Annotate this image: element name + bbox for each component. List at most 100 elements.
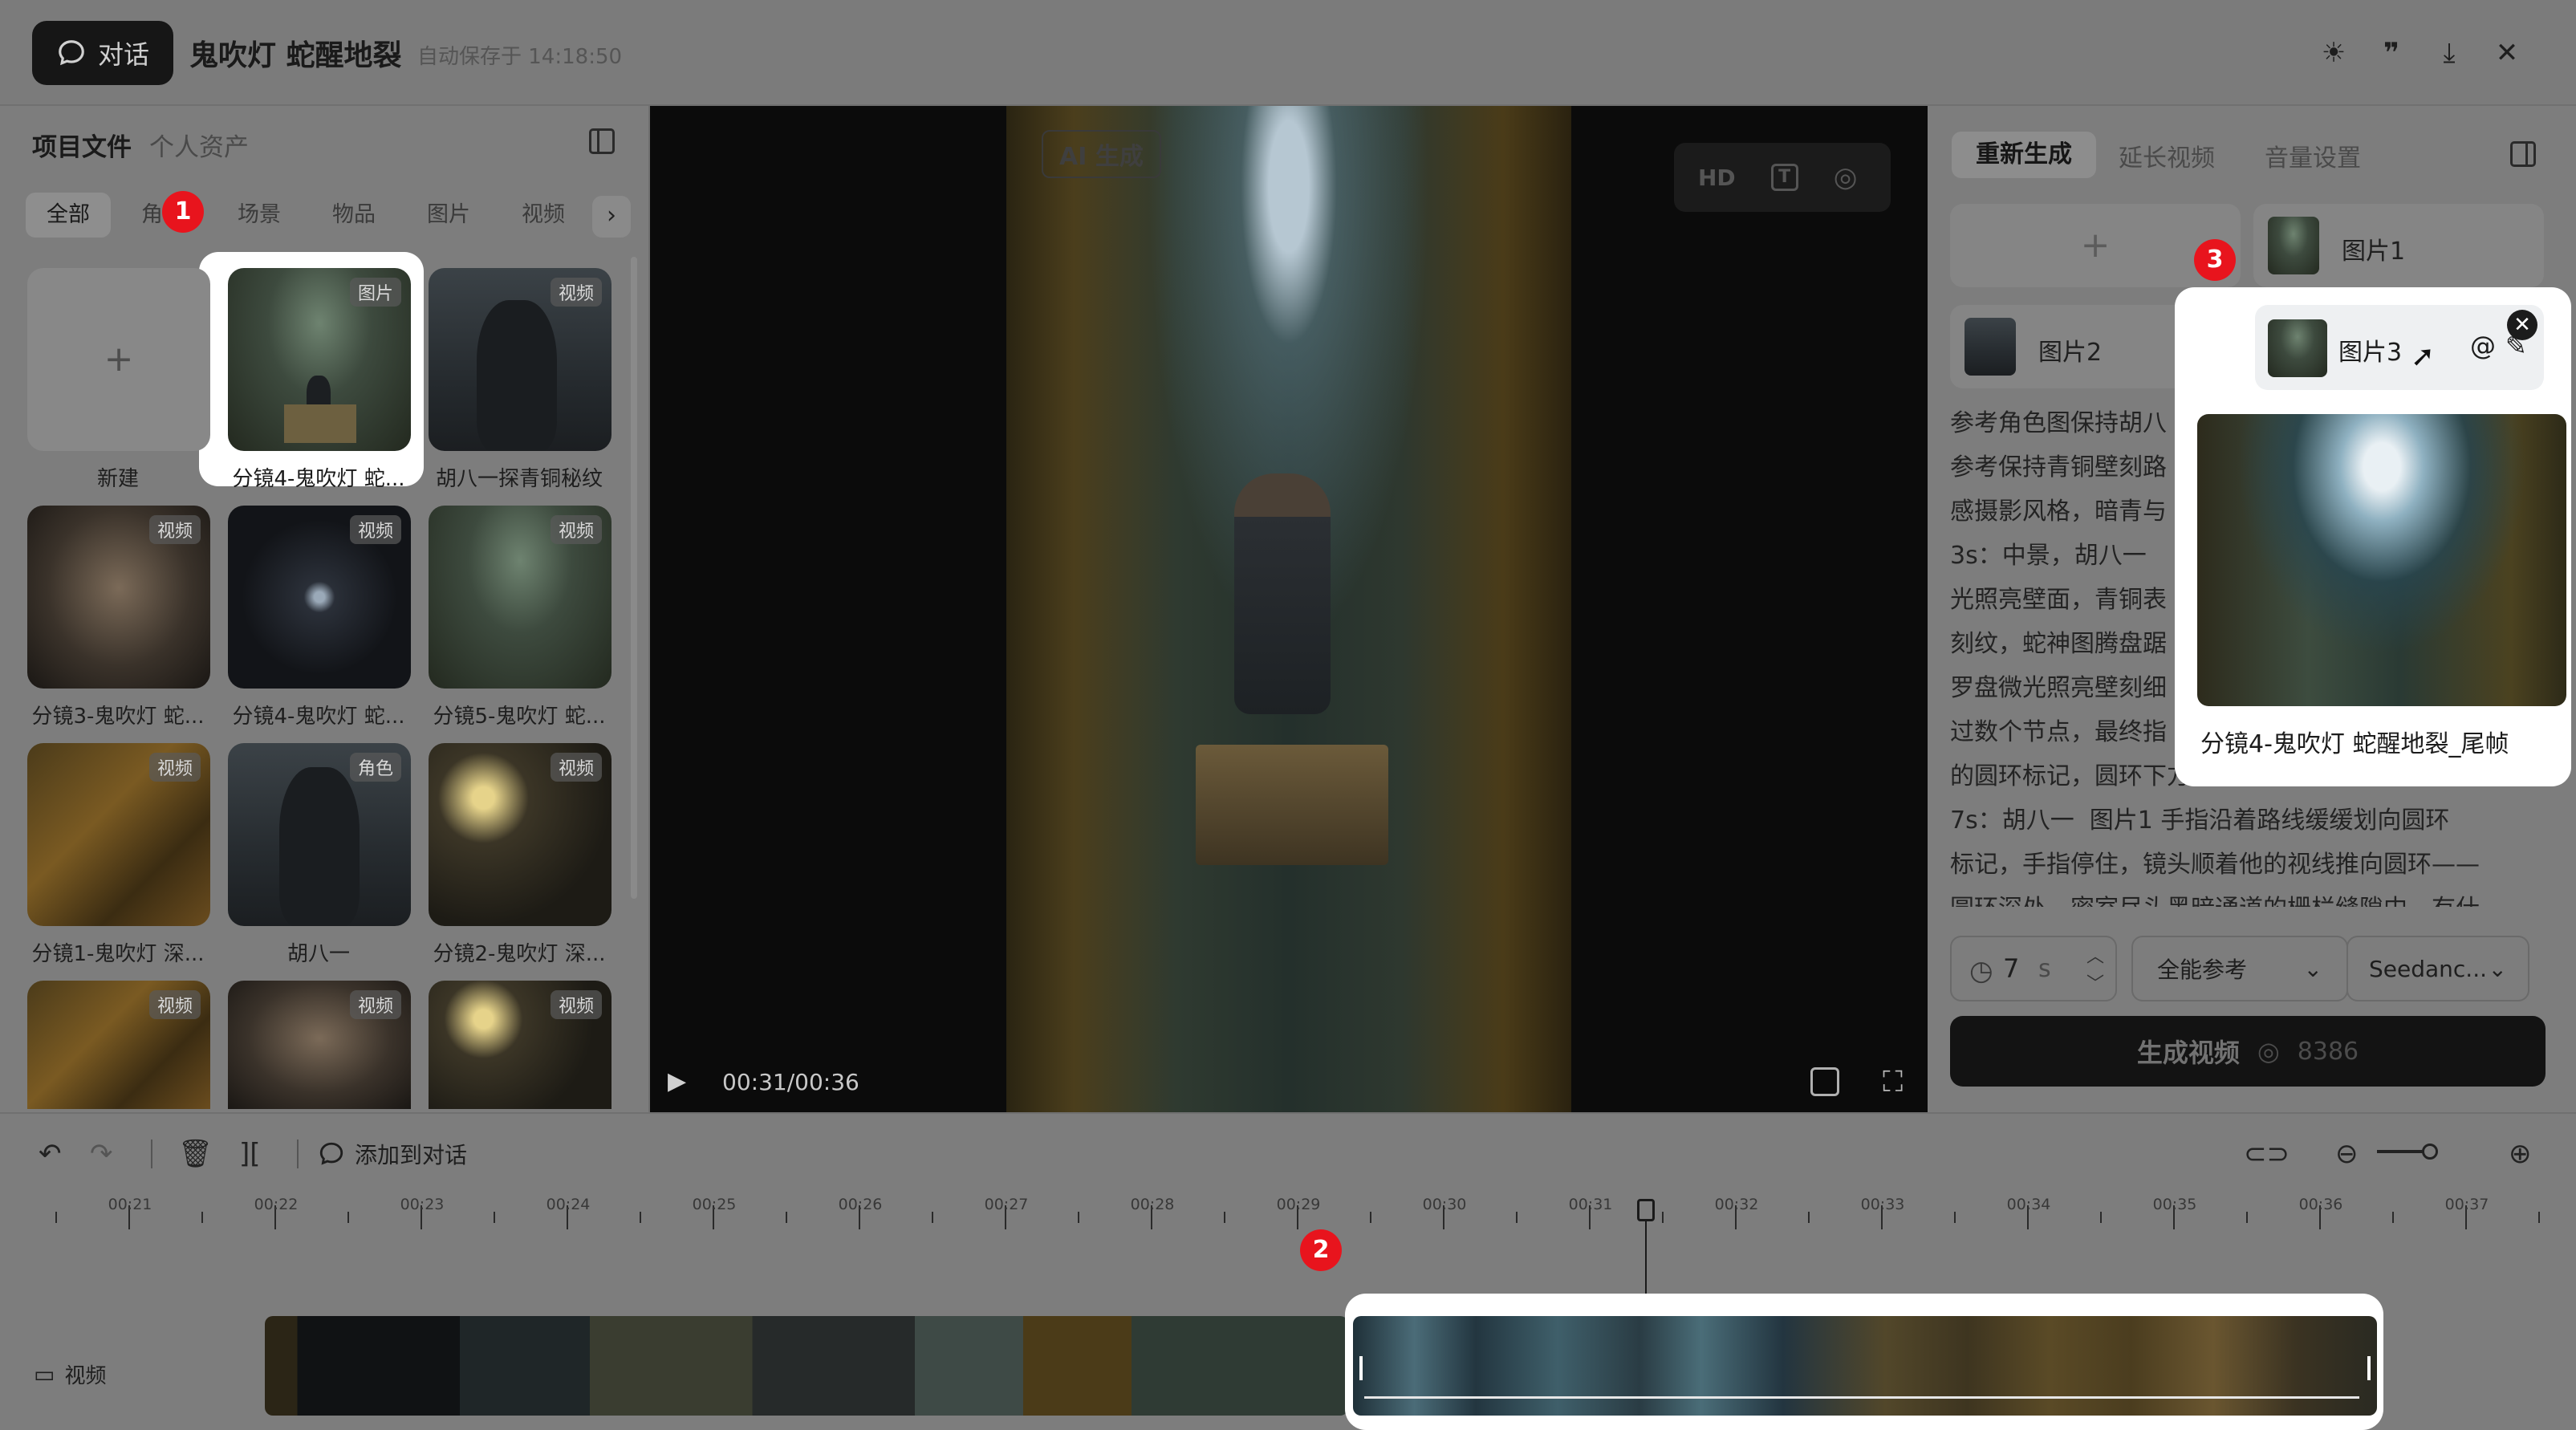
trash-icon[interactable]: 🗑 <box>178 1138 213 1170</box>
asset-thumbnail[interactable]: 视频 <box>27 506 210 689</box>
asset-caption: 胡八一 <box>286 942 350 966</box>
chat-button[interactable]: 对话 <box>32 21 173 85</box>
duration-value: 7 <box>2003 953 2020 984</box>
toolbar-divider <box>151 1140 152 1168</box>
new-asset-button[interactable]: + <box>27 268 210 451</box>
asset-badge: 视频 <box>148 515 201 544</box>
ruler-label: 00:24 <box>546 1196 591 1213</box>
tab-regenerate[interactable]: 重新生成 <box>1952 132 2096 178</box>
chevron-down-icon: ⌄ <box>2488 955 2507 982</box>
timeline-ruler[interactable]: 00:21 00:22 00:23 00:24 00:25 00:26 00:27 00:28… <box>29 1196 2540 1244</box>
project-title[interactable]: 鬼吹灯 蛇醒地裂 <box>189 32 402 74</box>
ruler-label: 00:28 <box>1130 1196 1175 1213</box>
playhead-handle[interactable] <box>1637 1199 1655 1221</box>
subtitle-icon[interactable] <box>1810 1067 1839 1096</box>
toolbar-divider <box>297 1140 299 1168</box>
asset-thumbnail[interactable]: 视频 <box>429 743 611 926</box>
chevron-right-icon[interactable]: › <box>592 196 631 238</box>
fullscreen-icon[interactable]: ⛶ <box>1883 1066 1903 1099</box>
model-select[interactable]: Seedanc... ⌄ <box>2346 936 2529 1001</box>
zoom-in-icon[interactable]: ⊕ <box>2509 1138 2532 1170</box>
plus-icon: + <box>104 339 134 380</box>
asset-thumbnail[interactable]: 视频 <box>228 506 411 689</box>
close-icon[interactable]: ✕ <box>2507 310 2537 340</box>
reference-label: 图片1 <box>2342 238 2406 266</box>
filter-video[interactable]: 视频 <box>501 193 586 238</box>
reference-mode-select[interactable]: 全能参考 ⌄ <box>2131 936 2348 1001</box>
zoom-slider-handle[interactable] <box>2422 1144 2438 1160</box>
video-track-label: ▭ 视频 <box>34 1359 106 1389</box>
asset-badge: 视频 <box>550 990 602 1019</box>
timeline-clip-selected[interactable] <box>1353 1316 2377 1416</box>
asset-badge: 视频 <box>550 515 602 544</box>
mouse-cursor-icon: ➚ <box>2411 340 2436 373</box>
asset-thumbnail[interactable]: 图片 <box>228 268 411 451</box>
download-icon[interactable]: ⤓ <box>2432 35 2467 71</box>
play-icon[interactable]: ▶ <box>668 1067 686 1095</box>
chat-bubble-icon <box>319 1142 343 1165</box>
filter-item[interactable]: 物品 <box>311 193 396 238</box>
ruler-tick <box>1808 1212 1810 1223</box>
asset-caption: 分镜4-鬼吹灯 蛇... <box>232 705 405 729</box>
asset-thumbnail[interactable]: 视频 <box>228 981 411 1109</box>
chevron-up-icon[interactable]: ︿ <box>2086 942 2104 968</box>
reference-image-1[interactable]: 图片1 <box>2253 204 2544 287</box>
chevron-down-icon[interactable]: ﹀ <box>2086 969 2104 995</box>
collapse-right-panel-icon[interactable] <box>2510 141 2536 167</box>
hd-toggle[interactable]: HD <box>1698 165 1736 191</box>
asset-thumbnail[interactable]: 视频 <box>429 981 611 1109</box>
generate-video-button[interactable]: 生成视频 ◎ 8386 <box>1950 1016 2546 1087</box>
add-to-chat-button[interactable]: 添加到对话 <box>318 1138 467 1170</box>
chat-button-label: 对话 <box>97 39 149 70</box>
reference-thumbnail <box>1965 318 2016 376</box>
asset-thumbnail[interactable]: 视频 <box>27 981 210 1109</box>
asset-thumbnail[interactable]: 视频 <box>27 743 210 926</box>
clip-trim-bar[interactable] <box>1364 1396 2359 1399</box>
add-reference-button[interactable]: + <box>1950 204 2241 287</box>
duration-unit: s <box>2038 955 2051 983</box>
tab-audio-settings[interactable]: 音量设置 <box>2265 138 2361 173</box>
camera-icon[interactable]: ◎ <box>1834 161 1858 193</box>
redo-icon[interactable]: ↷ <box>90 1138 113 1170</box>
asset-caption: 分镜2-鬼吹灯 深... <box>433 942 606 966</box>
ruler-tick <box>640 1212 641 1223</box>
sun-icon[interactable]: ☀ <box>2316 35 2351 71</box>
plus-icon: + <box>2080 225 2111 266</box>
tab-personal-assets[interactable]: 个人资产 <box>149 127 249 163</box>
ruler-tick <box>2538 1212 2540 1223</box>
tab-project-files[interactable]: 项目文件 <box>32 127 132 163</box>
ruler-label: 00:33 <box>1860 1196 1905 1213</box>
link-icon[interactable]: ⊂⊃ <box>2244 1138 2290 1170</box>
filter-image[interactable]: 图片 <box>406 193 491 238</box>
timeline-clip[interactable] <box>265 1316 1348 1416</box>
asset-thumbnail[interactable]: 视频 <box>429 268 611 451</box>
ruler-tick <box>2246 1212 2248 1223</box>
mention-icon[interactable]: @ <box>2470 331 2496 361</box>
asset-badge: 视频 <box>148 990 201 1019</box>
filter-all[interactable]: 全部 <box>26 193 111 238</box>
undo-icon[interactable]: ↶ <box>39 1138 62 1170</box>
left-scrollbar[interactable] <box>631 257 637 899</box>
zoom-out-icon[interactable]: ⊖ <box>2335 1138 2359 1170</box>
reference-preview-caption: 分镜4-鬼吹灯 蛇醒地裂_尾帧 <box>2200 730 2509 758</box>
track-label-text: 视频 <box>64 1364 107 1388</box>
duration-stepper[interactable]: ◷ 7 s ︿ ﹀ <box>1950 936 2117 1001</box>
ruler-tick <box>786 1212 787 1223</box>
preview-toolbar: HD T ◎ <box>1674 143 1891 212</box>
tab-extend-video[interactable]: 延长视频 <box>2119 138 2215 173</box>
text-icon[interactable]: T <box>1770 164 1798 191</box>
quote-icon[interactable]: ❞ <box>2374 35 2409 71</box>
preview-pedestal <box>1196 745 1388 865</box>
collapse-left-panel-icon[interactable] <box>589 128 615 154</box>
asset-thumbnail[interactable]: 视频 <box>429 506 611 689</box>
autosave-status: 自动保存于 14:18:50 <box>417 45 623 69</box>
split-icon[interactable]: ][ <box>239 1138 261 1170</box>
ruler-label: 00:35 <box>2152 1196 2197 1213</box>
ruler-label: 00:31 <box>1568 1196 1613 1213</box>
filter-scene[interactable]: 场景 <box>217 193 302 238</box>
asset-thumbnail[interactable]: 角色 <box>228 743 411 926</box>
model-value: Seedanc... <box>2369 955 2487 982</box>
close-icon[interactable]: ✕ <box>2489 35 2525 71</box>
ruler-tick <box>1662 1212 1664 1223</box>
ruler-tick <box>2392 1212 2394 1223</box>
